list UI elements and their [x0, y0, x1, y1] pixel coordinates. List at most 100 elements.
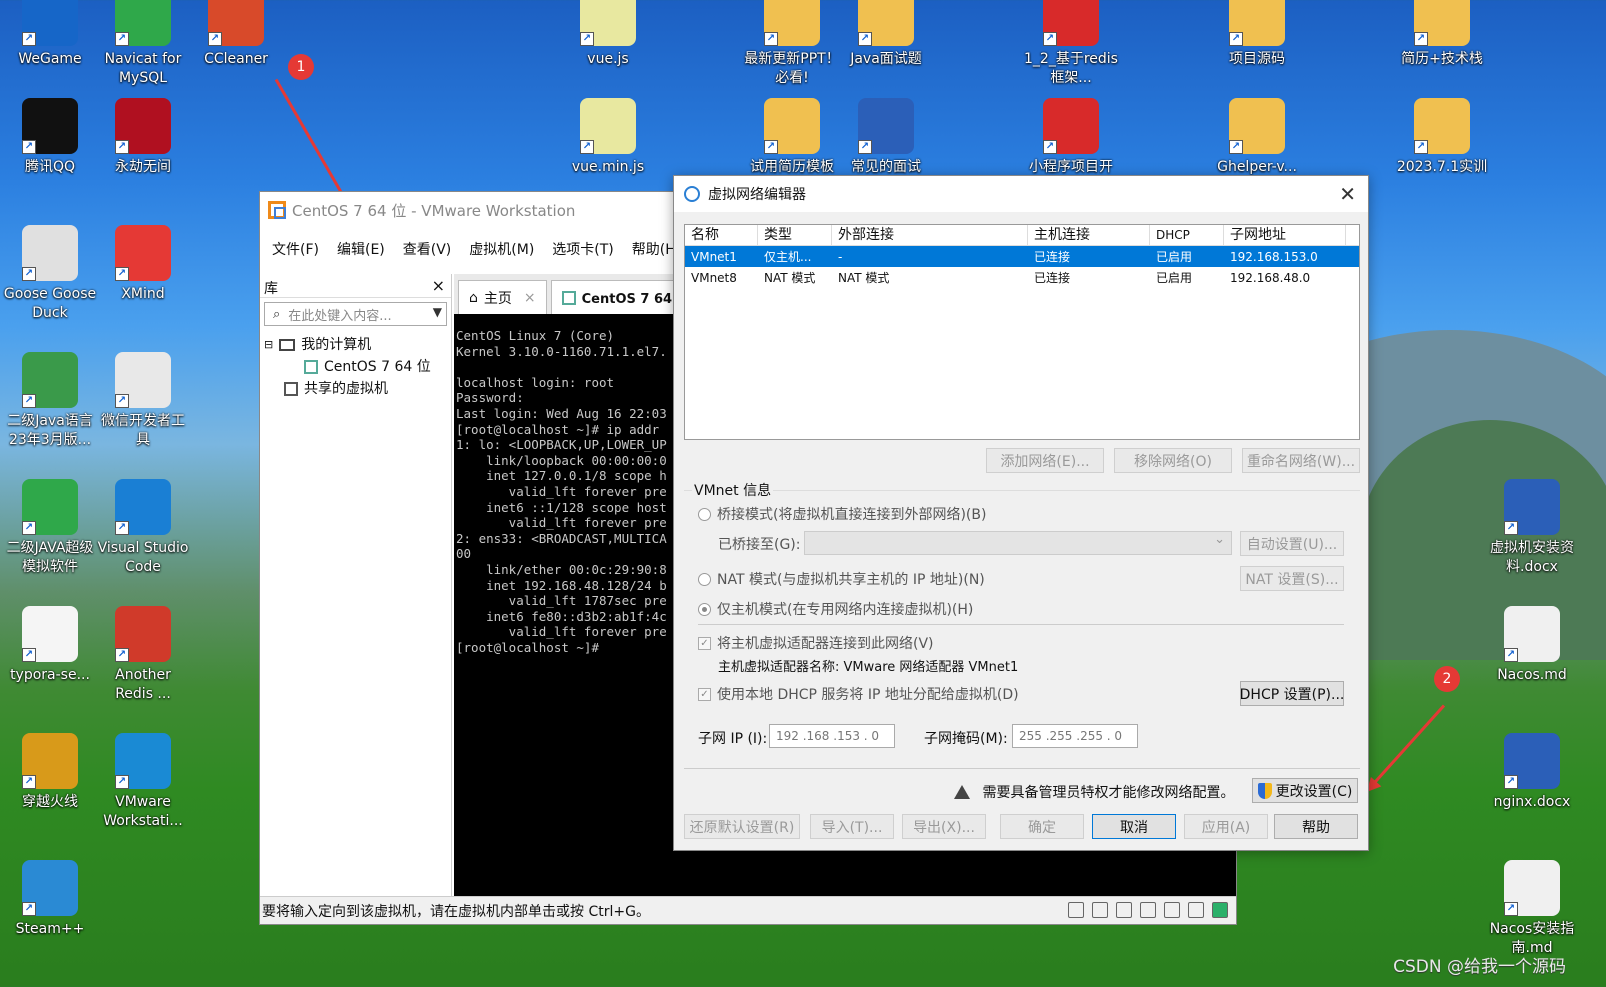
desktop-icon-xmind[interactable]: ↗ XMind [95, 225, 191, 304]
desktop-icon-qq[interactable]: ↗ 腾讯QQ [2, 98, 98, 177]
desktop-icon-ccleaner[interactable]: ↗ CCleaner [188, 0, 284, 69]
subnet-mask-input[interactable]: 255 .255 .255 . 0 [1012, 724, 1138, 748]
desktop-icon-navicat[interactable]: ↗ Navicat for MySQL [95, 0, 191, 88]
desktop-icon-interview[interactable]: ↗ 常见的面试 [838, 98, 934, 177]
library-search-input[interactable]: ⌕ 在此处键入内容... ▼ [264, 302, 447, 326]
desktop-icon-resume2[interactable]: ↗ 简历+技术栈 [1394, 0, 1490, 69]
desktop-icon-train[interactable]: ↗ 2023.7.1实训 [1394, 98, 1490, 177]
desktop-icon-wegame[interactable]: ↗ WeGame [2, 0, 98, 69]
printer-icon[interactable] [1140, 902, 1156, 918]
desktop-icon-vmware[interactable]: ↗ VMware Workstati... [95, 733, 191, 831]
menu-vm[interactable]: 虚拟机(M) [469, 239, 534, 259]
globe-icon [684, 186, 700, 202]
dialog-close-icon[interactable]: ✕ [1339, 182, 1356, 206]
network-icon[interactable] [1116, 902, 1132, 918]
camera-icon[interactable] [1188, 902, 1204, 918]
desktop-icon-resume[interactable]: ↗ 试用简历模板 [744, 98, 840, 177]
menu-tabs[interactable]: 选项卡(T) [552, 239, 613, 259]
column-header-subnet[interactable]: 子网地址 [1224, 224, 1346, 246]
desktop-icon-javaq[interactable]: ↗ Java面试题 [838, 0, 934, 69]
bridge-mode-radio[interactable]: 桥接模式(将虚拟机直接连接到外部网络)(B) [698, 504, 986, 524]
library-close-icon[interactable]: × [432, 276, 445, 295]
markdown-icon: ↗ [1504, 606, 1560, 662]
tree-item-centos[interactable]: CentOS 7 64 位 [264, 356, 447, 378]
desktop-icon-typora[interactable]: ↗ typora-se... [2, 606, 98, 685]
crossfire-icon: ↗ [22, 733, 78, 789]
shortcut-arrow-icon: ↗ [1229, 140, 1243, 154]
table-row[interactable]: VMnet8 NAT 模式 NAT 模式 已连接 已启用 192.168.48.… [685, 267, 1359, 288]
table-row[interactable]: VMnet1 仅主机... - 已连接 已启用 192.168.153.0 [685, 246, 1359, 267]
desktop-icon-vueminjs[interactable]: ↗ vue.min.js [560, 98, 656, 177]
desktop-icon-ppt[interactable]: ↗ 最新更新PPT！必看! [744, 0, 840, 88]
cdrom-icon[interactable] [1092, 902, 1108, 918]
dialog-title-bar[interactable]: 虚拟网络编辑器 ✕ [674, 176, 1368, 212]
import-button[interactable]: 导入(T)... [810, 814, 894, 839]
shared-vm-icon [284, 382, 298, 396]
nat-mode-radio[interactable]: NAT 模式(与虚拟机共享主机的 IP 地址)(N) [698, 569, 985, 589]
remove-network-button[interactable]: 移除网络(O) [1114, 448, 1232, 473]
column-header-type[interactable]: 类型 [758, 224, 832, 246]
desktop-icon-nacos2[interactable]: ↗ Nacos安装指南.md [1484, 860, 1580, 958]
restore-defaults-button[interactable]: 还原默认设置(R) [684, 814, 800, 839]
close-icon[interactable]: × [524, 290, 536, 306]
rename-network-button[interactable]: 重命名网络(W)... [1242, 448, 1360, 473]
subnet-ip-input[interactable]: 192 .168 .153 . 0 [769, 724, 895, 748]
use-dhcp-checkbox[interactable]: ✓ 使用本地 DHCP 服务将 IP 地址分配给虚拟机(D) [698, 684, 1019, 704]
vmware-icon: ↗ [115, 733, 171, 789]
adapter-name-text: 主机虚拟适配器名称: VMware 网络适配器 VMnet1 [718, 660, 1019, 675]
sound-icon[interactable] [1164, 902, 1180, 918]
host-only-radio[interactable]: 仅主机模式(在专用网络内连接虚拟机)(H) [698, 599, 973, 619]
desktop-icon-label: 项目源码 [1229, 51, 1285, 67]
auto-settings-button[interactable]: 自动设置(U)... [1240, 531, 1344, 556]
connect-adapter-checkbox[interactable]: ✓ 将主机虚拟适配器连接到此网络(V) [698, 633, 934, 653]
menu-view[interactable]: 查看(V) [403, 239, 452, 259]
change-settings-button[interactable]: 更改设置(C) [1252, 778, 1358, 803]
desktop-icon-vuejs[interactable]: ↗ vue.js [560, 0, 656, 69]
desktop-icon-minipdf[interactable]: ↗ 小程序项目开 [1023, 98, 1119, 177]
desktop-icon-vscode[interactable]: ↗ Visual Studio Code [95, 479, 191, 577]
goose-icon: ↗ [22, 225, 78, 281]
nat-settings-button[interactable]: NAT 设置(S)... [1240, 566, 1344, 591]
hdd-icon[interactable] [1068, 902, 1084, 918]
desktop-icon-steam[interactable]: ↗ Steam++ [2, 860, 98, 939]
desktop-icon-wechatdev[interactable]: ↗ 微信开发者工具 [95, 352, 191, 450]
bridged-to-select[interactable] [804, 531, 1232, 555]
search-dropdown-icon[interactable]: ▼ [433, 305, 442, 319]
column-header-name[interactable]: 名称 [685, 224, 758, 246]
desktop-icon-nacosmd[interactable]: ↗ Nacos.md [1484, 606, 1580, 685]
desktop-icon-redis[interactable]: ↗ Another Redis ... [95, 606, 191, 704]
desktop-icon-ghelper[interactable]: ↗ Ghelper-v... [1209, 98, 1305, 177]
desktop-icon-cf[interactable]: ↗ 穿越火线 [2, 733, 98, 812]
desktop-icon-naraka[interactable]: ↗ 永劫无间 [95, 98, 191, 177]
qq-icon: ↗ [22, 98, 78, 154]
desktop-icon-goose[interactable]: ↗ Goose Goose Duck [2, 225, 98, 323]
menu-edit[interactable]: 编辑(E) [337, 239, 385, 259]
dhcp-settings-button[interactable]: DHCP 设置(P)... [1240, 681, 1344, 706]
help-button[interactable]: 帮助 [1274, 814, 1358, 839]
message-icon[interactable] [1212, 902, 1228, 918]
desktop-icon-vmdocx[interactable]: ↗ 虚拟机安装资料.docx [1484, 479, 1580, 577]
tab-home[interactable]: ⌂ 主页 × [458, 280, 547, 314]
vm-terminal-output[interactable]: CentOS Linux 7 (Core) Kernel 3.10.0-1160… [454, 314, 674, 898]
desktop-icon-java2sim[interactable]: ↗ 二级JAVA超级模拟软件 [2, 479, 98, 577]
apply-button[interactable]: 应用(A) [1184, 814, 1268, 839]
shortcut-arrow-icon: ↗ [1504, 775, 1518, 789]
tree-item-shared[interactable]: 共享的虚拟机 [264, 378, 447, 400]
desktop-icon-java2[interactable]: ↗ 二级Java语言23年3月版... [2, 352, 98, 450]
desktop-icon-redispdf[interactable]: ↗ 1_2_基于redis框架... [1023, 0, 1119, 88]
cancel-button[interactable]: 取消 [1092, 814, 1176, 839]
export-button[interactable]: 导出(X)... [902, 814, 986, 839]
ok-button[interactable]: 确定 [1000, 814, 1084, 839]
column-header-external[interactable]: 外部连接 [832, 224, 1028, 246]
column-header-host[interactable]: 主机连接 [1028, 224, 1150, 246]
desktop-icon-src[interactable]: ↗ 项目源码 [1209, 0, 1305, 69]
collapse-icon[interactable]: ⊟ [264, 334, 273, 356]
desktop-icon-label: 微信开发者工具 [101, 413, 185, 448]
shortcut-arrow-icon: ↗ [580, 140, 594, 154]
add-network-button[interactable]: 添加网络(E)... [986, 448, 1104, 473]
shortcut-arrow-icon: ↗ [22, 902, 36, 916]
desktop-icon-nginx[interactable]: ↗ nginx.docx [1484, 733, 1580, 812]
menu-file[interactable]: 文件(F) [272, 239, 319, 259]
column-header-dhcp[interactable]: DHCP [1150, 224, 1224, 246]
tree-item-my-computer[interactable]: ⊟ 我的计算机 [264, 334, 447, 356]
